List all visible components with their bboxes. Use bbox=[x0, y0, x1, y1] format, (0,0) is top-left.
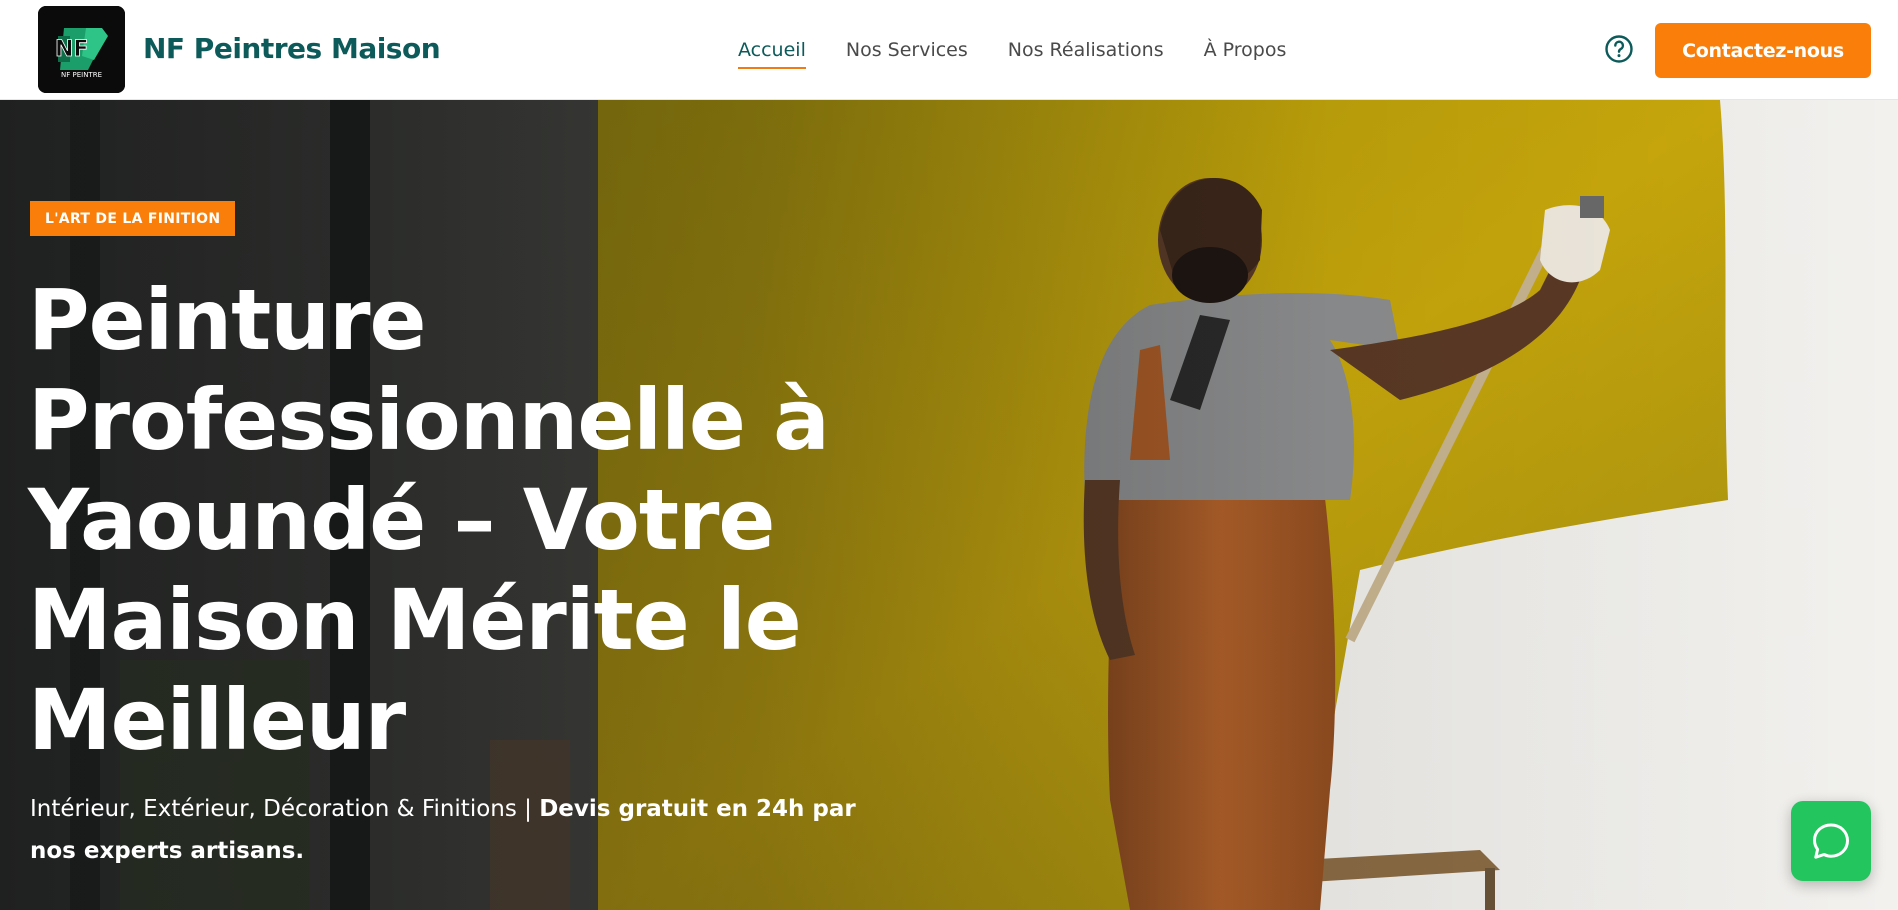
logo-icon: NF NF PEINTRE bbox=[38, 6, 125, 93]
site-header: NF NF PEINTRE NF Peintres Maison Accueil… bbox=[0, 0, 1898, 100]
nav-item-services[interactable]: Nos Services bbox=[846, 0, 968, 100]
nav-item-realisations[interactable]: Nos Réalisations bbox=[1008, 0, 1164, 100]
chat-button[interactable] bbox=[1791, 801, 1871, 881]
main-nav: Accueil Nos Services Nos Réalisations À … bbox=[738, 0, 1326, 100]
hero-headline: Peinture Professionnelle à Yaoundé – Vot… bbox=[28, 271, 830, 769]
nav-item-a-propos[interactable]: À Propos bbox=[1204, 0, 1287, 100]
hero-subline: Intérieur, Extérieur, Décoration & Finit… bbox=[30, 788, 890, 872]
nav-item-accueil[interactable]: Accueil bbox=[738, 0, 806, 100]
hero-subline-regular: Intérieur, Extérieur, Décoration & Finit… bbox=[30, 796, 540, 822]
chat-bubble-icon bbox=[1813, 823, 1849, 859]
hero-section: L'ART DE LA FINITION Peinture Profession… bbox=[0, 100, 1898, 910]
svg-text:NF: NF bbox=[55, 37, 88, 62]
contact-button[interactable]: Contactez-nous bbox=[1655, 23, 1871, 78]
logo-wordmark: NF PEINTRE bbox=[61, 71, 102, 79]
help-circle-icon[interactable] bbox=[1604, 34, 1634, 64]
brand-name[interactable]: NF Peintres Maison bbox=[143, 32, 441, 65]
hero-badge: L'ART DE LA FINITION bbox=[30, 201, 236, 236]
logo[interactable]: NF NF PEINTRE bbox=[38, 6, 125, 93]
